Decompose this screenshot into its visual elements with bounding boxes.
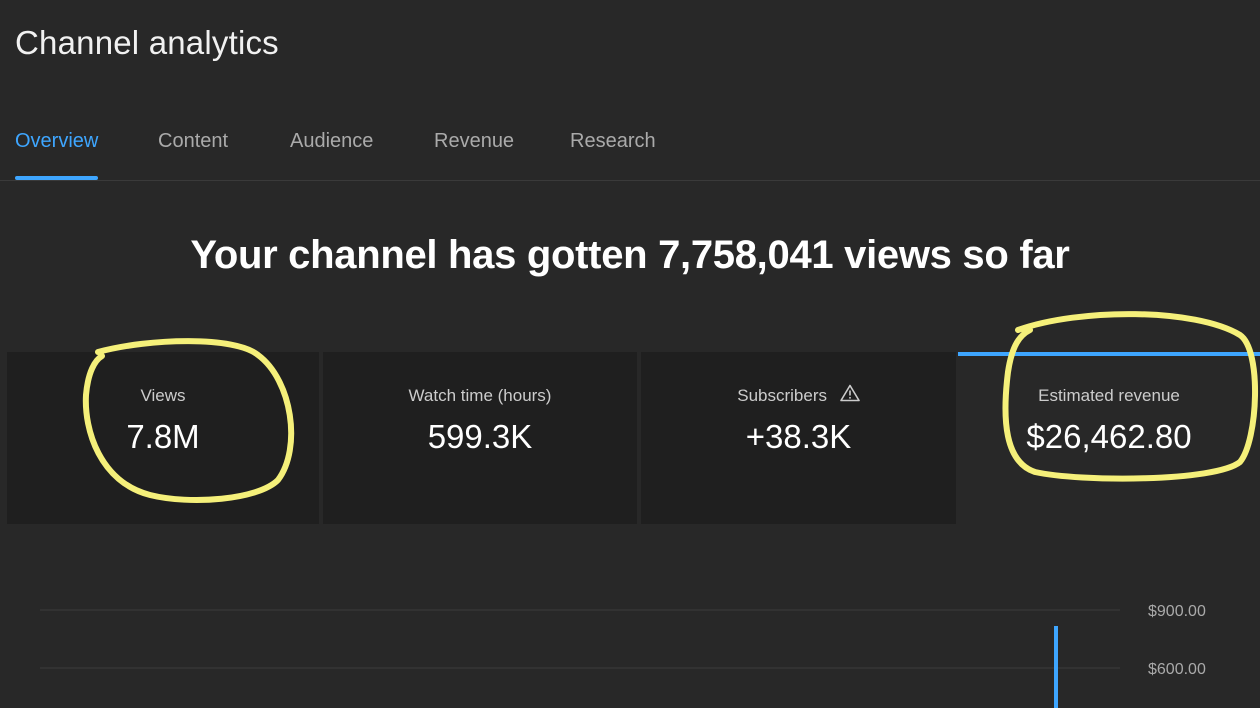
active-tab-indicator [15,176,99,180]
analytics-page: Channel analytics Overview Content Audie… [0,0,1260,708]
page-title: Channel analytics [15,24,279,61]
metric-label: Subscribers [641,384,956,407]
tab-overview[interactable]: Overview [15,130,99,180]
analytics-tabs: Overview Content Audience Revenue Resear… [0,118,1260,181]
tab-overview-label: Overview [15,130,99,152]
tab-audience-label: Audience [290,130,374,152]
metric-value: +38.3K [745,418,852,455]
metric-label: Views [140,386,186,405]
metric-value: $26,462.80 [1026,418,1192,455]
metric-value: 7.8M [126,418,200,455]
metric-card-subscribers[interactable]: Subscribers +38.3K [641,352,956,524]
revenue-chart: $900.00 $600.00 [40,603,1206,708]
y-axis-tick-label: $900.00 [1148,603,1206,620]
metric-card-views[interactable]: Views 7.8M [7,352,319,524]
metric-label-text: Subscribers [737,386,828,405]
warning-icon[interactable] [839,384,860,407]
metric-value: 599.3K [427,418,533,455]
tab-content-label: Content [158,130,229,152]
tab-audience[interactable]: Audience [290,130,373,180]
metric-label: Watch time (hours) [408,386,552,405]
metric-cards: Views 7.8M Watch time (hours) 599.3K Sub… [7,352,1260,524]
tab-research[interactable]: Research [570,130,656,180]
selected-card-indicator [958,352,1260,356]
y-axis-tick-label: $600.00 [1148,661,1206,678]
tab-research-label: Research [570,130,656,152]
views-summary-headline: Your channel has gotten 7,758,041 views … [190,233,1070,277]
metric-card-estimated-revenue[interactable]: Estimated revenue $26,462.80 [958,352,1260,524]
tab-revenue[interactable]: Revenue [434,130,514,180]
metric-card-watch-time[interactable]: Watch time (hours) 599.3K [323,352,637,524]
tab-revenue-label: Revenue [434,130,515,152]
metric-label: Estimated revenue [1038,386,1180,405]
tab-content[interactable]: Content [158,130,228,180]
